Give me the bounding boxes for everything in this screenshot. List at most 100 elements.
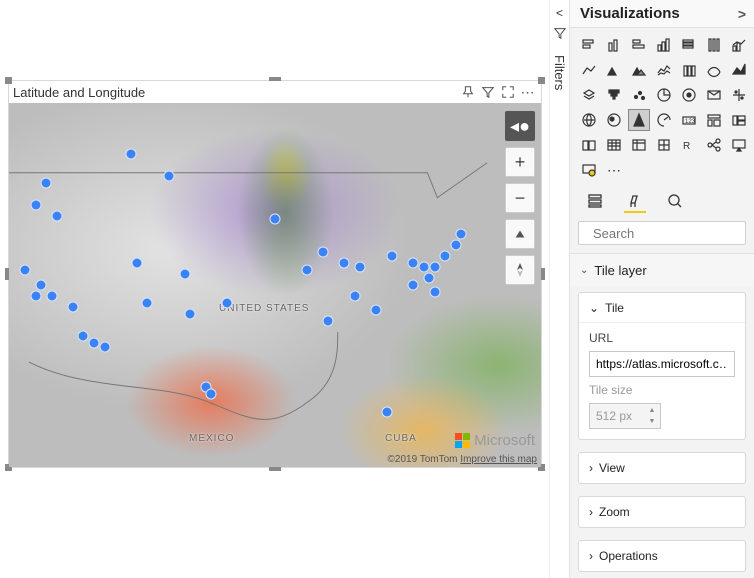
tile-url-input[interactable] (589, 351, 735, 377)
compass-button[interactable] (505, 255, 535, 285)
resize-handle[interactable] (269, 467, 281, 471)
data-point[interactable] (206, 389, 217, 400)
viz-type-icon[interactable] (578, 59, 600, 81)
map-location-button[interactable]: ◂● (505, 111, 535, 141)
viz-type-icon[interactable] (728, 59, 750, 81)
data-point[interactable] (381, 407, 392, 418)
viz-type-icon[interactable] (628, 59, 650, 81)
data-point[interactable] (301, 265, 312, 276)
viz-type-icon[interactable] (728, 109, 750, 131)
viz-type-icon[interactable] (703, 84, 725, 106)
data-point[interactable] (429, 287, 440, 298)
data-point[interactable] (89, 338, 100, 349)
focus-icon[interactable] (499, 83, 517, 101)
viz-type-icon[interactable] (578, 134, 600, 156)
viz-type-icon[interactable]: R (678, 134, 700, 156)
data-point[interactable] (317, 247, 328, 258)
data-point[interactable] (142, 298, 153, 309)
data-point[interactable] (371, 305, 382, 316)
viz-type-icon[interactable] (653, 34, 675, 56)
filter-icon[interactable] (479, 83, 497, 101)
data-point[interactable] (30, 199, 41, 210)
data-point[interactable] (67, 301, 78, 312)
map-body[interactable]: UNITED STATES MEXICO CUBA ◂● + − Microso… (9, 103, 541, 467)
data-point[interactable] (387, 250, 398, 261)
tile-card-header[interactable]: ⌄ Tile (579, 293, 745, 323)
data-point[interactable] (30, 290, 41, 301)
viz-type-icon[interactable] (628, 109, 650, 131)
resize-handle[interactable] (269, 77, 281, 81)
viz-type-icon[interactable] (603, 59, 625, 81)
viz-type-icon[interactable] (653, 84, 675, 106)
data-point[interactable] (19, 265, 30, 276)
data-point[interactable] (408, 280, 419, 291)
viz-type-icon[interactable] (703, 59, 725, 81)
pitch-button[interactable] (505, 219, 535, 249)
viz-type-icon[interactable] (678, 59, 700, 81)
viz-type-icon[interactable] (653, 59, 675, 81)
filter-icon[interactable] (553, 26, 567, 45)
data-point[interactable] (323, 316, 334, 327)
viz-type-icon[interactable] (603, 109, 625, 131)
improve-map-link[interactable]: Improve this map (460, 454, 537, 465)
viz-type-icon[interactable] (603, 134, 625, 156)
zoom-card[interactable]: ›Zoom (579, 497, 745, 527)
format-search[interactable] (578, 221, 746, 245)
data-point[interactable] (163, 170, 174, 181)
fields-tab[interactable] (584, 191, 606, 213)
expand-pane-icon[interactable]: > (738, 6, 746, 22)
data-point[interactable] (126, 148, 137, 159)
view-card[interactable]: ›View (579, 453, 745, 483)
search-input[interactable] (593, 226, 754, 241)
data-point[interactable] (408, 258, 419, 269)
data-point[interactable] (355, 261, 366, 272)
data-point[interactable] (46, 290, 57, 301)
analytics-tab[interactable] (664, 191, 686, 213)
data-point[interactable] (339, 258, 350, 269)
report-canvas[interactable]: Latitude and Longitude ⋯ UNITED STATES M… (0, 0, 549, 578)
resize-handle[interactable] (541, 268, 545, 280)
format-tab[interactable] (624, 191, 646, 213)
data-point[interactable] (418, 261, 429, 272)
data-point[interactable] (51, 210, 62, 221)
viz-type-icon[interactable] (728, 134, 750, 156)
data-point[interactable] (35, 280, 46, 291)
data-point[interactable] (429, 261, 440, 272)
viz-type-icon[interactable] (653, 109, 675, 131)
data-point[interactable] (424, 272, 435, 283)
data-point[interactable] (456, 229, 467, 240)
viz-type-icon[interactable] (728, 84, 750, 106)
viz-type-icon[interactable] (578, 34, 600, 56)
viz-type-icon[interactable] (603, 34, 625, 56)
data-point[interactable] (349, 290, 360, 301)
viz-type-icon[interactable] (628, 134, 650, 156)
viz-type-icon[interactable] (703, 34, 725, 56)
viz-type-icon[interactable] (628, 34, 650, 56)
viz-type-icon[interactable] (678, 34, 700, 56)
zoom-in-button[interactable]: + (505, 147, 535, 177)
viz-type-icon[interactable]: 123 (678, 109, 700, 131)
viz-type-icon[interactable] (728, 34, 750, 56)
data-point[interactable] (222, 298, 233, 309)
data-point[interactable] (99, 341, 110, 352)
filters-pane-collapsed[interactable]: < Filters (549, 0, 569, 578)
viz-type-icon[interactable] (578, 159, 600, 181)
viz-type-icon[interactable] (678, 84, 700, 106)
data-point[interactable] (450, 239, 461, 250)
zoom-out-button[interactable]: − (505, 183, 535, 213)
pin-icon[interactable] (459, 83, 477, 101)
viz-type-icon[interactable] (578, 109, 600, 131)
tile-layer-section[interactable]: ⌄ Tile layer (570, 254, 754, 286)
data-point[interactable] (179, 269, 190, 280)
operations-card[interactable]: ›Operations (579, 541, 745, 571)
map-visual[interactable]: Latitude and Longitude ⋯ UNITED STATES M… (8, 80, 542, 468)
viz-type-icon[interactable]: ⋯ (603, 159, 625, 181)
resize-handle[interactable] (538, 77, 545, 84)
viz-type-icon[interactable] (703, 134, 725, 156)
data-point[interactable] (41, 178, 52, 189)
resize-handle[interactable] (5, 77, 12, 84)
data-point[interactable] (440, 250, 451, 261)
viz-type-icon[interactable] (628, 84, 650, 106)
data-point[interactable] (270, 214, 281, 225)
viz-type-icon[interactable] (703, 109, 725, 131)
